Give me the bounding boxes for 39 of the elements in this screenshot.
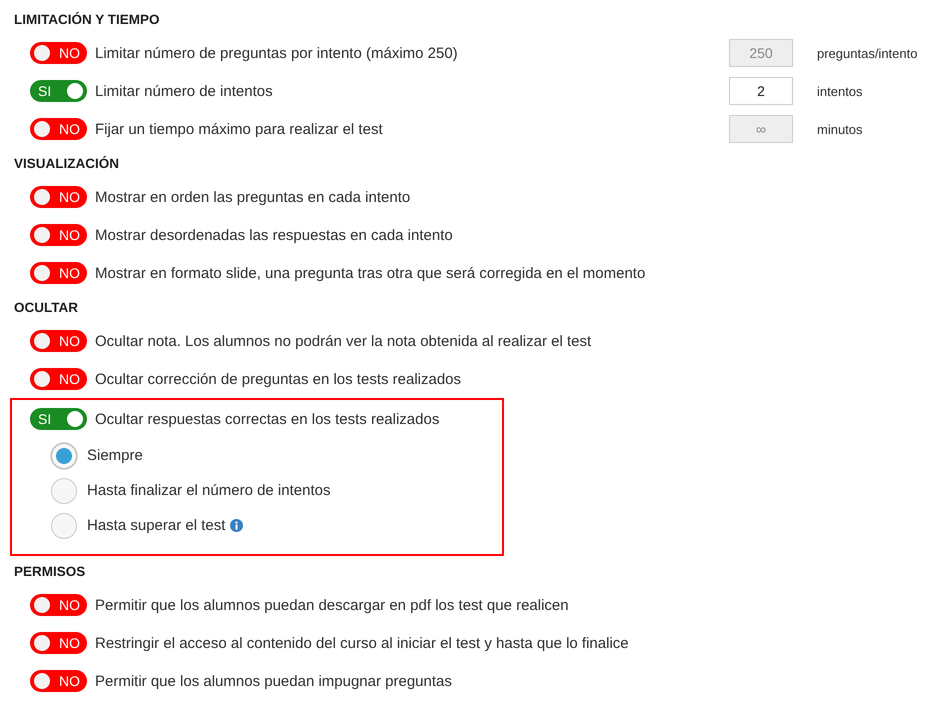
setting-label: Ocultar corrección de preguntas en los tests realizados (95, 370, 462, 388)
option-label: Hasta finalizar el número de intentos (87, 482, 330, 499)
section-heading: OCULTAR (14, 299, 78, 317)
toggle-switch[interactable]: NO (30, 330, 87, 352)
toggle-switch[interactable]: NO (30, 262, 87, 284)
toggle-switch[interactable]: NO (30, 594, 87, 616)
setting-label: Limitar número de preguntas por intento (máximo 250) (95, 44, 459, 62)
option-label: Hasta superar el test (87, 517, 226, 534)
setting-label: Ocultar respuestas correctas en los tests realizados (95, 410, 440, 428)
option-label: Siempre (87, 447, 143, 464)
setting-label: Mostrar en orden las preguntas en cada intento (95, 188, 412, 206)
radio-button[interactable] (51, 478, 77, 504)
section-heading: PERMISOS (14, 563, 86, 581)
section-heading: LIMITACIÓN Y TIEMPO (14, 11, 160, 29)
section-heading: VISUALIZACIÓN (14, 155, 120, 173)
setting-label: Restringir el acceso al contenido del curso al iniciar el test y hasta que lo finalice (95, 634, 630, 652)
toggle-switch[interactable]: NO (30, 186, 87, 208)
setting-label: Mostrar en formato slide, una pregunta tras otra que será corregida en el momento (95, 264, 646, 282)
toggle-switch[interactable]: SI (30, 80, 87, 102)
toggle-switch[interactable]: NO (30, 670, 87, 692)
setting-label: Permitir que los alumnos puedan impugnar preguntas (95, 672, 453, 690)
toggle-switch[interactable]: SI (30, 408, 87, 430)
number-field[interactable]: 2 (729, 77, 793, 105)
toggle-switch[interactable]: NO (30, 368, 87, 390)
info-icon[interactable] (230, 519, 244, 532)
unit-label: preguntas/intento (817, 46, 918, 60)
setting-label: Mostrar desordenadas las respuestas en cada intento (95, 226, 454, 244)
toggle-switch[interactable]: NO (30, 42, 87, 64)
toggle-switch[interactable]: NO (30, 632, 87, 654)
radio-button[interactable] (51, 512, 77, 538)
toggle-switch[interactable]: NO (30, 118, 87, 140)
setting-label: Limitar número de intentos (95, 82, 274, 100)
setting-label: Permitir que los alumnos puedan descargar en pdf los test que realicen (95, 596, 570, 614)
radio-button[interactable] (51, 442, 77, 468)
setting-label: Fijar un tiempo máximo para realizar el test (95, 120, 384, 138)
unit-label: minutos (817, 122, 864, 136)
toggle-switch[interactable]: NO (30, 224, 87, 246)
unit-label: intentos (817, 84, 864, 98)
setting-label: Ocultar nota. Los alumnos no podrán ver la nota obtenida al realizar el test (95, 332, 592, 350)
